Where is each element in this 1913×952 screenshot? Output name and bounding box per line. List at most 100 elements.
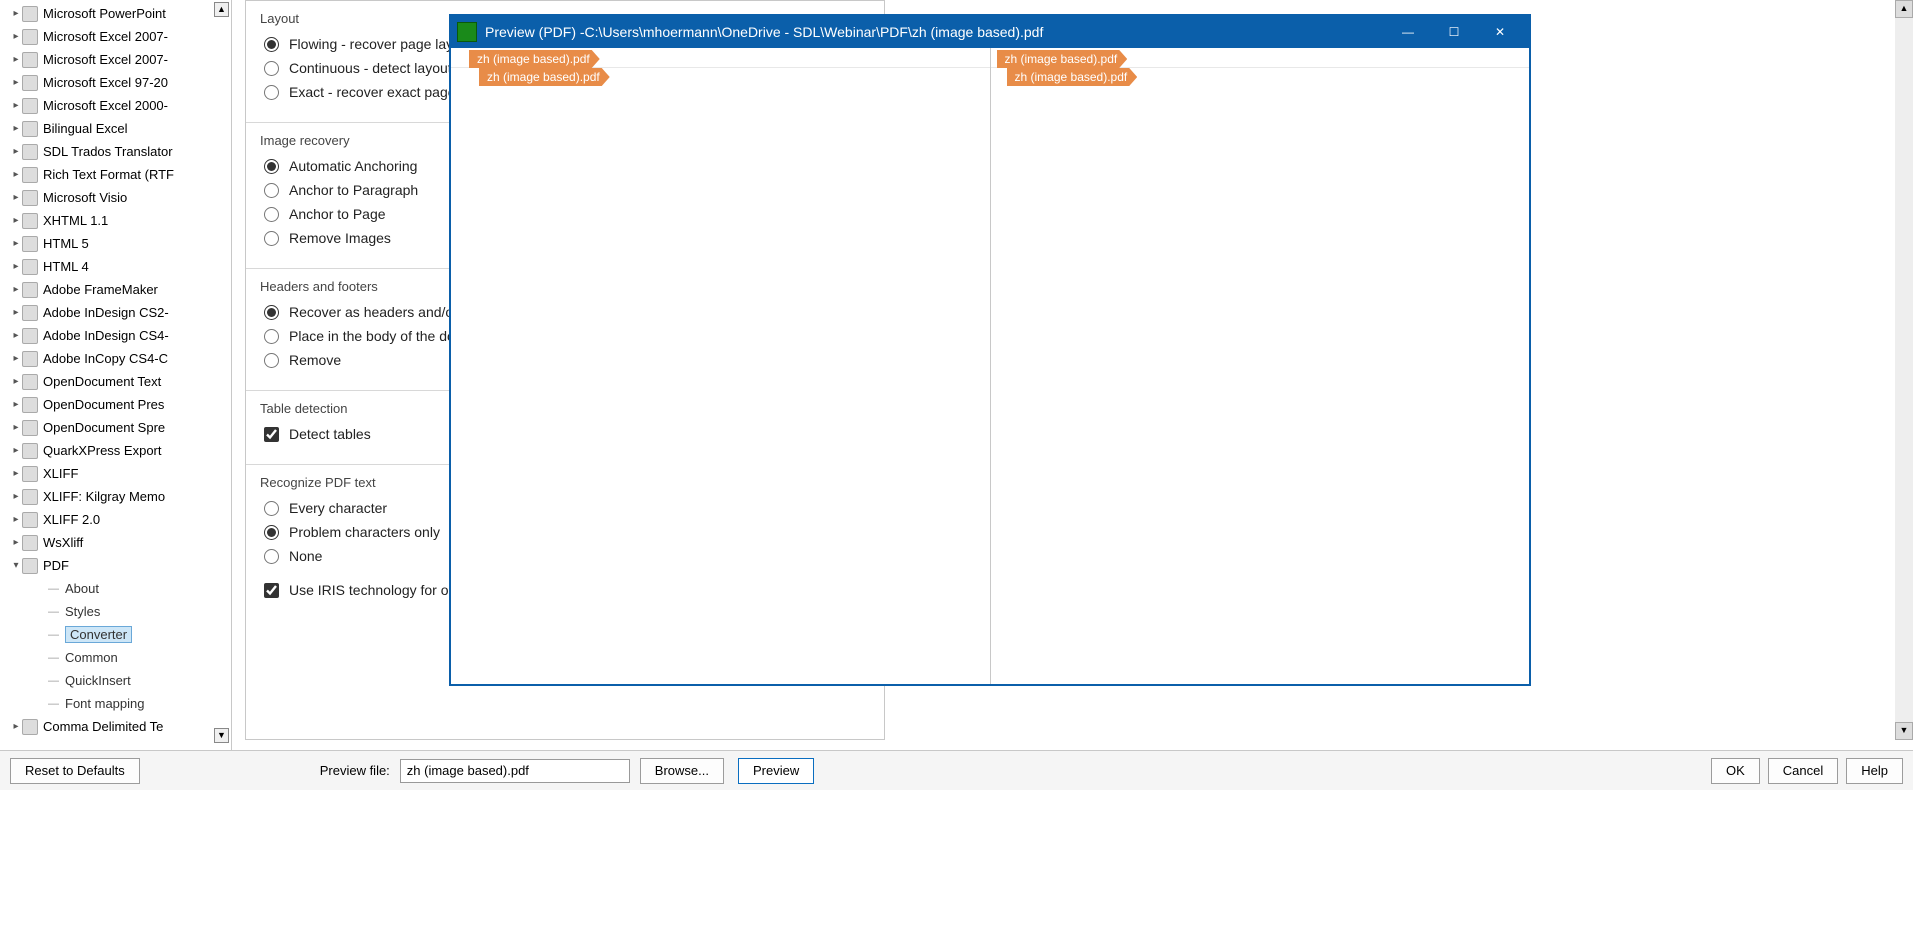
tree-subitem[interactable]: —Styles — [40, 600, 231, 623]
headersFooters-radio-2[interactable] — [264, 353, 279, 368]
caret-right-icon[interactable]: ▸ — [10, 192, 22, 203]
close-button[interactable]: ✕ — [1477, 16, 1523, 48]
caret-right-icon[interactable]: ▸ — [10, 146, 22, 157]
tree-subitem[interactable]: —Converter — [40, 623, 231, 646]
tree-subitem[interactable]: —Font mapping — [40, 692, 231, 715]
caret-right-icon[interactable]: ▸ — [10, 8, 22, 19]
caret-right-icon[interactable]: ▸ — [10, 537, 22, 548]
imageRecovery-radio-label-3: Remove Images — [289, 230, 391, 246]
file-type-icon — [22, 512, 38, 528]
headersFooters-radio-0[interactable] — [264, 305, 279, 320]
detect-tables-checkbox[interactable] — [264, 427, 279, 442]
caret-right-icon[interactable]: ▸ — [10, 238, 22, 249]
tree-branch-icon: — — [48, 675, 59, 687]
tree-item[interactable]: ▸Adobe InDesign CS4- — [0, 324, 231, 347]
tree-item[interactable]: ▸Microsoft Visio — [0, 186, 231, 209]
tree-item[interactable]: ▸OpenDocument Pres — [0, 393, 231, 416]
caret-right-icon[interactable]: ▸ — [10, 54, 22, 65]
tree-item[interactable]: ▸XLIFF: Kilgray Memo — [0, 485, 231, 508]
tree-scroll-up[interactable]: ▲ — [214, 2, 229, 17]
scroll-up-arrow[interactable]: ▲ — [1895, 0, 1913, 18]
layout-radio-0[interactable] — [264, 37, 279, 52]
browse-button[interactable]: Browse... — [640, 758, 724, 784]
tree-item[interactable]: ▸Rich Text Format (RTF — [0, 163, 231, 186]
maximize-button[interactable]: ☐ — [1431, 16, 1477, 48]
tree-item[interactable]: ▸Bilingual Excel — [0, 117, 231, 140]
caret-right-icon[interactable]: ▸ — [10, 100, 22, 111]
caret-down-icon[interactable]: ▾ — [10, 560, 22, 571]
minimize-button[interactable]: — — [1385, 16, 1431, 48]
tree-item[interactable]: ▸XHTML 1.1 — [0, 209, 231, 232]
caret-right-icon[interactable]: ▸ — [10, 399, 22, 410]
tree-item[interactable]: ▸Microsoft Excel 97-20 — [0, 71, 231, 94]
tree-item[interactable]: ▸Adobe InDesign CS2- — [0, 301, 231, 324]
caret-right-icon[interactable]: ▸ — [10, 491, 22, 502]
imageRecovery-radio-0[interactable] — [264, 159, 279, 174]
tree-item[interactable]: ▸Microsoft Excel 2000- — [0, 94, 231, 117]
layout-radio-1[interactable] — [264, 61, 279, 76]
caret-right-icon[interactable]: ▸ — [10, 261, 22, 272]
cancel-button[interactable]: Cancel — [1768, 758, 1838, 784]
caret-right-icon[interactable]: ▸ — [10, 215, 22, 226]
reset-to-defaults-button[interactable]: Reset to Defaults — [10, 758, 140, 784]
tree-item[interactable]: ▸Adobe FrameMaker — [0, 278, 231, 301]
tab-inner-left[interactable]: zh (image based).pdf — [479, 68, 610, 86]
tree-item[interactable]: ▸XLIFF — [0, 462, 231, 485]
caret-right-icon[interactable]: ▸ — [10, 422, 22, 433]
caret-right-icon[interactable]: ▸ — [10, 77, 22, 88]
caret-right-icon[interactable]: ▸ — [10, 721, 22, 732]
headersFooters-radio-1[interactable] — [264, 329, 279, 344]
file-types-tree[interactable]: ▸Microsoft PowerPoint▸Microsoft Excel 20… — [0, 0, 231, 740]
caret-right-icon[interactable]: ▸ — [10, 514, 22, 525]
tree-item[interactable]: ▸OpenDocument Text — [0, 370, 231, 393]
help-button[interactable]: Help — [1846, 758, 1903, 784]
preview-file-input[interactable] — [400, 759, 630, 783]
tree-item[interactable]: ▸HTML 5 — [0, 232, 231, 255]
preview-pane-left[interactable]: zh (image based).pdf zh (image based).pd… — [451, 48, 991, 684]
tree-item[interactable]: ▸Microsoft Excel 2007- — [0, 48, 231, 71]
caret-right-icon[interactable]: ▸ — [10, 307, 22, 318]
tree-item[interactable]: ▾PDF — [0, 554, 231, 577]
file-type-icon — [22, 6, 38, 22]
caret-right-icon[interactable]: ▸ — [10, 169, 22, 180]
recognize-radio-2[interactable] — [264, 549, 279, 564]
tree-subitem[interactable]: —Common — [40, 646, 231, 669]
caret-right-icon[interactable]: ▸ — [10, 468, 22, 479]
tree-item[interactable]: ▸OpenDocument Spre — [0, 416, 231, 439]
recognize-radio-1[interactable] — [264, 525, 279, 540]
caret-right-icon[interactable]: ▸ — [10, 445, 22, 456]
tab-inner-right[interactable]: zh (image based).pdf — [1007, 68, 1138, 86]
tree-item[interactable]: ▸Adobe InCopy CS4-C — [0, 347, 231, 370]
tree-subitem[interactable]: —QuickInsert — [40, 669, 231, 692]
tree-item[interactable]: ▸QuarkXPress Export — [0, 439, 231, 462]
tree-item[interactable]: ▸Comma Delimited Te — [0, 715, 231, 738]
tab-outer-right[interactable]: zh (image based).pdf — [997, 50, 1128, 68]
tree-scroll-down[interactable]: ▼ — [214, 728, 229, 743]
caret-right-icon[interactable]: ▸ — [10, 330, 22, 341]
recognize-radio-0[interactable] — [264, 501, 279, 516]
main-vertical-scrollbar[interactable]: ▲ ▼ — [1895, 0, 1913, 740]
tree-item[interactable]: ▸Microsoft PowerPoint — [0, 2, 231, 25]
ok-button[interactable]: OK — [1711, 758, 1760, 784]
tree-item[interactable]: ▸WsXliff — [0, 531, 231, 554]
use-iris-checkbox[interactable] — [264, 583, 279, 598]
preview-titlebar[interactable]: Preview (PDF) -C:\Users\mhoermann\OneDri… — [451, 16, 1529, 48]
preview-pane-right[interactable]: zh (image based).pdf zh (image based).pd… — [991, 48, 1530, 684]
caret-right-icon[interactable]: ▸ — [10, 31, 22, 42]
tree-item[interactable]: ▸HTML 4 — [0, 255, 231, 278]
tree-item[interactable]: ▸XLIFF 2.0 — [0, 508, 231, 531]
caret-right-icon[interactable]: ▸ — [10, 376, 22, 387]
tree-item[interactable]: ▸SDL Trados Translator — [0, 140, 231, 163]
tree-subitem[interactable]: —About — [40, 577, 231, 600]
imageRecovery-radio-2[interactable] — [264, 207, 279, 222]
imageRecovery-radio-3[interactable] — [264, 231, 279, 246]
imageRecovery-radio-1[interactable] — [264, 183, 279, 198]
caret-right-icon[interactable]: ▸ — [10, 353, 22, 364]
caret-right-icon[interactable]: ▸ — [10, 123, 22, 134]
scroll-down-arrow[interactable]: ▼ — [1895, 722, 1913, 740]
layout-radio-2[interactable] — [264, 85, 279, 100]
tab-outer-left[interactable]: zh (image based).pdf — [469, 50, 600, 68]
caret-right-icon[interactable]: ▸ — [10, 284, 22, 295]
tree-item[interactable]: ▸Microsoft Excel 2007- — [0, 25, 231, 48]
preview-button[interactable]: Preview — [738, 758, 814, 784]
